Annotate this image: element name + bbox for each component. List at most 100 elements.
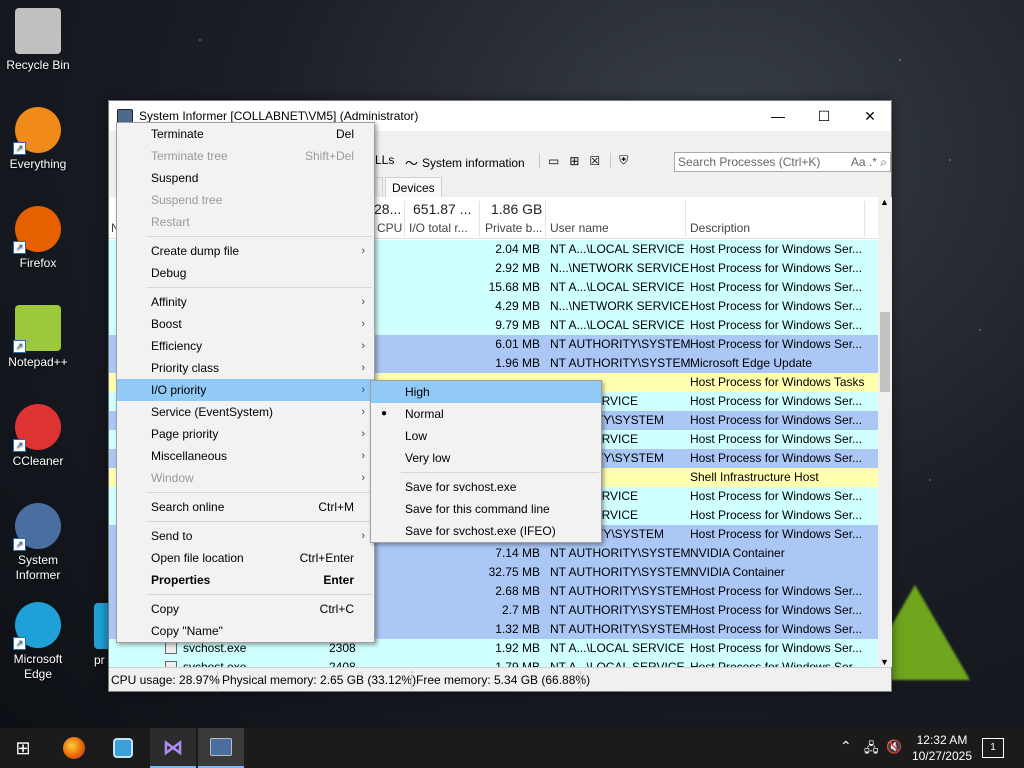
physical-memory: Physical memory: 2.65 GB (33.12%) xyxy=(222,673,417,687)
ccleaner-icon: ↗ xyxy=(13,404,61,452)
menu-item-send-to[interactable]: Send to › xyxy=(117,525,374,547)
menu-item-affinity[interactable]: Affinity › xyxy=(117,291,374,313)
menu-item-label: Terminate tree xyxy=(151,149,228,163)
menu-item-search-online[interactable]: Search online Ctrl+M xyxy=(117,496,374,518)
scroll-up-icon[interactable]: ▲ xyxy=(880,197,889,207)
desktop-icon-recycle-bin[interactable]: Recycle Bin xyxy=(0,8,76,73)
menu-item-copy-name[interactable]: Copy "Name" xyxy=(117,620,374,642)
menu-item-terminate[interactable]: Terminate Del xyxy=(117,123,374,145)
menu-item-terminate-tree[interactable]: Terminate tree Shift+Del xyxy=(117,145,374,167)
desktop-icon-label: System Informer xyxy=(15,553,61,582)
volume-muted-icon[interactable]: 🔇 xyxy=(886,739,902,755)
menu-item-window[interactable]: Window › xyxy=(117,467,374,489)
close-window-icon[interactable]: ☒ xyxy=(589,154,600,168)
search-icon[interactable]: ⌕ xyxy=(880,155,887,169)
chevron-right-icon: › xyxy=(361,530,365,542)
menu-item-low[interactable]: Low xyxy=(371,425,601,447)
minimize-button[interactable]: — xyxy=(755,101,801,131)
private-total: 1.86 GB xyxy=(491,201,543,217)
desktop-icon-everything[interactable]: ↗ Everything xyxy=(0,107,76,172)
firefox-icon xyxy=(63,737,85,759)
window-icon[interactable]: ▭ xyxy=(548,154,559,168)
gear-icon: ↗ xyxy=(13,503,61,551)
private-bytes-cell: 15.68 MB xyxy=(488,280,540,294)
menu-item-priority-class[interactable]: Priority class › xyxy=(117,357,374,379)
desktop-icon-firefox[interactable]: ↗ Firefox xyxy=(0,206,76,271)
menu-item-boost[interactable]: Boost › xyxy=(117,313,374,335)
desktop-icon-system-informer[interactable]: ↗ System Informer xyxy=(0,503,76,583)
private-bytes-column-header[interactable]: Private b... xyxy=(485,221,543,235)
find-window-icon[interactable]: ⊞ xyxy=(569,154,579,168)
description-cell: Host Process for Windows Tasks xyxy=(690,375,865,389)
close-button[interactable]: ✕ xyxy=(847,101,893,131)
date: 10/27/2025 xyxy=(911,749,972,763)
menu-item-i-o-priority[interactable]: I/O priority › xyxy=(117,379,374,401)
menu-item-service-eventsystem[interactable]: Service (EventSystem) › xyxy=(117,401,374,423)
menu-item-label: Normal xyxy=(405,407,444,421)
chevron-right-icon: › xyxy=(361,406,365,418)
notification-button[interactable]: 1 xyxy=(982,738,1004,758)
desktop-icon-notepad-[interactable]: ↗ Notepad++ xyxy=(0,305,76,370)
description-cell: Host Process for Windows Ser... xyxy=(690,603,863,617)
network-icon[interactable]: 🖧 xyxy=(864,739,879,761)
menu-item-restart[interactable]: Restart xyxy=(117,211,374,233)
taskbar-visual-studio[interactable]: ⋈ xyxy=(150,728,196,768)
regex-toggle[interactable]: Aa .* xyxy=(851,155,877,169)
desktop-icon-label: Notepad++ xyxy=(8,355,68,369)
user-name-cell: NT AUTHORITY\SYSTEM xyxy=(550,337,691,351)
menu-item-copy[interactable]: Copy Ctrl+C xyxy=(117,598,374,620)
desktop-icon-ccleaner[interactable]: ↗ CCleaner xyxy=(0,404,76,469)
search-input[interactable]: Search Processes (Ctrl+K) Aa .* ⌕ xyxy=(674,152,891,172)
menu-item-high[interactable]: High xyxy=(371,381,601,403)
cpu-column-header[interactable]: CPU xyxy=(377,221,402,235)
taskbar-firefox[interactable] xyxy=(51,728,97,768)
desktop-icon-microsoft-edge[interactable]: ↗ Microsoft Edge xyxy=(0,602,76,682)
menu-item-open-file-location[interactable]: Open file location Ctrl+Enter xyxy=(117,547,374,569)
menu-item-efficiency[interactable]: Efficiency › xyxy=(117,335,374,357)
taskbar: ⊞ ⋈ ⌃ 🖧 🔇 12:32 AM 10/27/2025 1 xyxy=(0,728,1024,768)
edge-icon: ↗ xyxy=(13,602,61,650)
show-dlls-button[interactable]: LLs xyxy=(375,153,394,167)
table-row[interactable]: svchost.exe 2408 1.79 MB NT A...\LOCAL SERV… xyxy=(109,658,878,667)
clock[interactable]: 12:32 AM 10/27/2025 xyxy=(912,732,972,764)
scroll-down-icon[interactable]: ▼ xyxy=(880,657,889,667)
menu-item-debug[interactable]: Debug xyxy=(117,262,374,284)
start-button[interactable]: ⊞ xyxy=(0,728,46,768)
taskbar-system-informer[interactable] xyxy=(198,728,244,768)
menu-item-page-priority[interactable]: Page priority › xyxy=(117,423,374,445)
menu-item-normal[interactable]: ● Normal xyxy=(371,403,601,425)
scrollbar-thumb[interactable] xyxy=(880,312,890,392)
menu-item-suspend[interactable]: Suspend xyxy=(117,167,374,189)
menu-item-label: Open file location xyxy=(151,551,244,565)
system-information-button[interactable]: 〜 System information xyxy=(405,153,525,172)
process-name: svchost.exe xyxy=(183,660,247,667)
menu-item-save-for-svchost-exe[interactable]: Save for svchost.exe xyxy=(371,476,601,498)
description-cell: Host Process for Windows Ser... xyxy=(690,394,863,408)
menu-item-save-for-this-command-line[interactable]: Save for this command line xyxy=(371,498,601,520)
menu-item-suspend-tree[interactable]: Suspend tree xyxy=(117,189,374,211)
taskbar-app[interactable] xyxy=(100,728,146,768)
io-column-header[interactable]: I/O total r... xyxy=(409,221,475,235)
menu-item-save-for-svchost-exe-ifeo[interactable]: Save for svchost.exe (IFEO) xyxy=(371,520,601,542)
description-cell: Host Process for Windows Ser... xyxy=(690,413,863,427)
shield-icon[interactable]: ⛨ xyxy=(610,153,628,168)
process-pid: 2308 xyxy=(329,641,356,655)
menu-item-very-low[interactable]: Very low xyxy=(371,447,601,469)
menu-item-create-dump-file[interactable]: Create dump file › xyxy=(117,240,374,262)
chevron-up-icon[interactable]: ⌃ xyxy=(840,738,852,755)
process-context-menu: Terminate Del Terminate tree Shift+Del Suspe… xyxy=(116,122,375,643)
maximize-button[interactable]: ☐ xyxy=(801,101,847,131)
private-bytes-cell: 2.7 MB xyxy=(501,603,540,617)
user-name-cell: NT AUTHORITY\SYSTEM xyxy=(550,584,691,598)
desktop-icon-label: Firefox xyxy=(19,256,57,270)
description-cell: Host Process for Windows Ser... xyxy=(690,242,863,256)
menu-item-miscellaneous[interactable]: Miscellaneous › xyxy=(117,445,374,467)
tab-devices[interactable]: Devices xyxy=(385,177,442,199)
menu-item-properties[interactable]: Properties Enter xyxy=(117,569,374,591)
vertical-scrollbar[interactable]: ▲ ▼ xyxy=(878,197,892,667)
user-name-cell: N...\NETWORK SERVICE xyxy=(550,299,690,313)
user-name-cell: NT A...\LOCAL SERVICE xyxy=(550,641,685,655)
description-column-header[interactable]: Description xyxy=(690,221,750,235)
user-name-cell: NT AUTHORITY\SYSTEM xyxy=(550,603,691,617)
user-name-column-header[interactable]: User name xyxy=(550,221,609,235)
